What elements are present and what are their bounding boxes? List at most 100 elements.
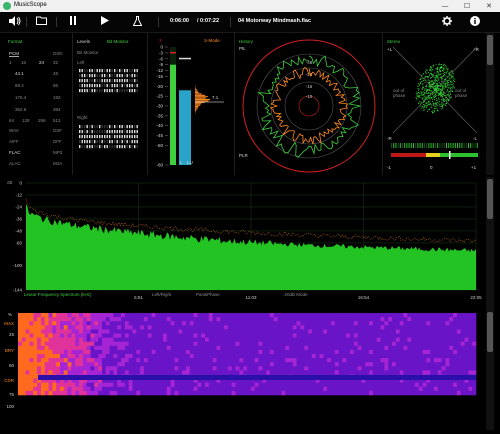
heatmap-cell — [258, 329, 263, 334]
bit-cell — [91, 125, 93, 129]
info-icon[interactable] — [468, 16, 482, 28]
heatmap-cell — [40, 345, 45, 351]
bit-monitor-tab[interactable]: Bit Monitor — [107, 39, 129, 44]
heatmap-cell — [426, 366, 431, 371]
history-scrollbar-thumb[interactable] — [487, 312, 493, 352]
heatmap-cell — [414, 329, 419, 334]
heatmap-cell — [102, 349, 107, 355]
heatmap-cell — [159, 366, 164, 371]
vu-scale-tick: -45 — [156, 133, 163, 138]
heatmap-cell — [231, 345, 236, 351]
correlation-history-bar — [397, 143, 399, 148]
heatmap-cell — [449, 345, 454, 351]
heatmap-cell — [441, 313, 446, 318]
heatmap-cell — [365, 386, 370, 392]
tab-20db-mode[interactable]: -20dB Mode — [283, 292, 308, 297]
correlation-history-bar — [476, 143, 478, 148]
pause-icon[interactable] — [66, 16, 80, 28]
heatmap-cell — [464, 337, 469, 342]
heatmap-cell — [289, 366, 294, 371]
vu-scale-tick: -3 — [159, 50, 163, 55]
heatmap-cell — [422, 382, 427, 388]
heatmap-cell — [143, 386, 148, 392]
heatmap-cell — [98, 354, 103, 359]
heatmap-cell — [441, 386, 446, 392]
heatmap-cell — [201, 370, 206, 375]
total-time: / 0:07:22 — [197, 18, 220, 24]
heatmap-cell — [71, 370, 76, 375]
heatmap-cell — [453, 382, 458, 388]
history-scrollbar[interactable] — [486, 310, 494, 430]
heatmap-cell — [266, 333, 271, 338]
stereo-dot — [421, 75, 422, 76]
tab-pan-phase[interactable]: Pan&Phase — [196, 292, 220, 297]
heatmap-cell — [98, 390, 103, 396]
bit-cell — [84, 89, 86, 93]
heatmap-cell — [296, 325, 301, 330]
heatmap-cell — [395, 313, 400, 318]
heatmap-cell — [174, 354, 179, 359]
spectrum-mode-label[interactable]: Linear Frequency Spectrum (kHz) — [24, 292, 92, 297]
heatmap-cell — [285, 317, 290, 322]
heatmap-cell — [90, 321, 95, 326]
window-title: MusicScope — [14, 2, 47, 8]
play-icon[interactable] — [98, 16, 112, 28]
heatmap-cell — [258, 358, 263, 363]
minimize-button[interactable]: — — [434, 0, 456, 12]
spectrum-scrollbar-thumb[interactable] — [487, 179, 493, 219]
lab-flask-icon[interactable] — [130, 16, 144, 28]
heatmap-cell — [52, 390, 57, 396]
stereo-dot — [418, 85, 420, 87]
correlation-history-bar — [408, 143, 410, 148]
heatmap-cell — [216, 333, 221, 338]
heatmap-cell — [143, 325, 148, 330]
heatmap-cell — [109, 321, 114, 326]
heatmap-cell — [94, 333, 99, 338]
folder-open-icon[interactable] — [34, 16, 48, 28]
heatmap-cell — [434, 317, 439, 322]
stereo-dot — [423, 99, 424, 101]
heatmap-cell — [327, 386, 332, 392]
spectrum-scrollbar[interactable] — [486, 177, 494, 310]
heatmap-cell — [292, 358, 297, 363]
gear-icon[interactable] — [440, 16, 454, 28]
stereo-dot — [423, 101, 424, 103]
heatmap-cell — [136, 382, 141, 388]
heatmap-cell — [151, 354, 156, 359]
heatmap-cell — [212, 390, 217, 396]
heatmap-cell — [227, 358, 232, 363]
heatmap-cell — [437, 337, 442, 342]
heatmap-cell — [331, 354, 336, 359]
heatmap-cell — [82, 366, 87, 371]
heatmap-cell — [147, 362, 152, 367]
maximize-button[interactable]: ☐ — [456, 0, 478, 12]
heatmap-cell — [308, 317, 313, 322]
top-scrollbar-thumb[interactable] — [487, 35, 493, 65]
close-button[interactable]: ✕ — [478, 0, 500, 12]
heatmap-cell — [235, 345, 240, 351]
heatmap-cell — [60, 366, 65, 371]
heatmap-cell — [25, 321, 30, 326]
heatmap-cell — [296, 317, 301, 322]
heatmap-cell — [239, 325, 244, 330]
stereo-dot — [433, 72, 435, 74]
heatmap-cell — [365, 321, 370, 326]
bit-cell — [136, 135, 138, 139]
stereo-dot — [444, 86, 446, 88]
heatmap-cell — [132, 362, 137, 367]
heatmap-cell — [430, 358, 435, 363]
heatmap-cell — [243, 382, 248, 388]
heatmap-cell — [262, 382, 267, 388]
heatmap-cell — [189, 337, 194, 342]
bit-cell — [121, 69, 123, 73]
heatmap-cell — [308, 366, 313, 371]
tab-left-right[interactable]: Left/Right — [152, 292, 171, 297]
top-scrollbar[interactable] — [486, 33, 494, 175]
heatmap-cell — [37, 333, 42, 338]
heatmap-cell — [357, 366, 362, 371]
heatmap-row-label: 25 — [9, 332, 15, 337]
stereo-dot — [418, 97, 420, 99]
volume-icon[interactable] — [8, 16, 22, 28]
levels-title[interactable]: Levels — [77, 39, 90, 44]
heatmap-cell — [155, 386, 160, 392]
